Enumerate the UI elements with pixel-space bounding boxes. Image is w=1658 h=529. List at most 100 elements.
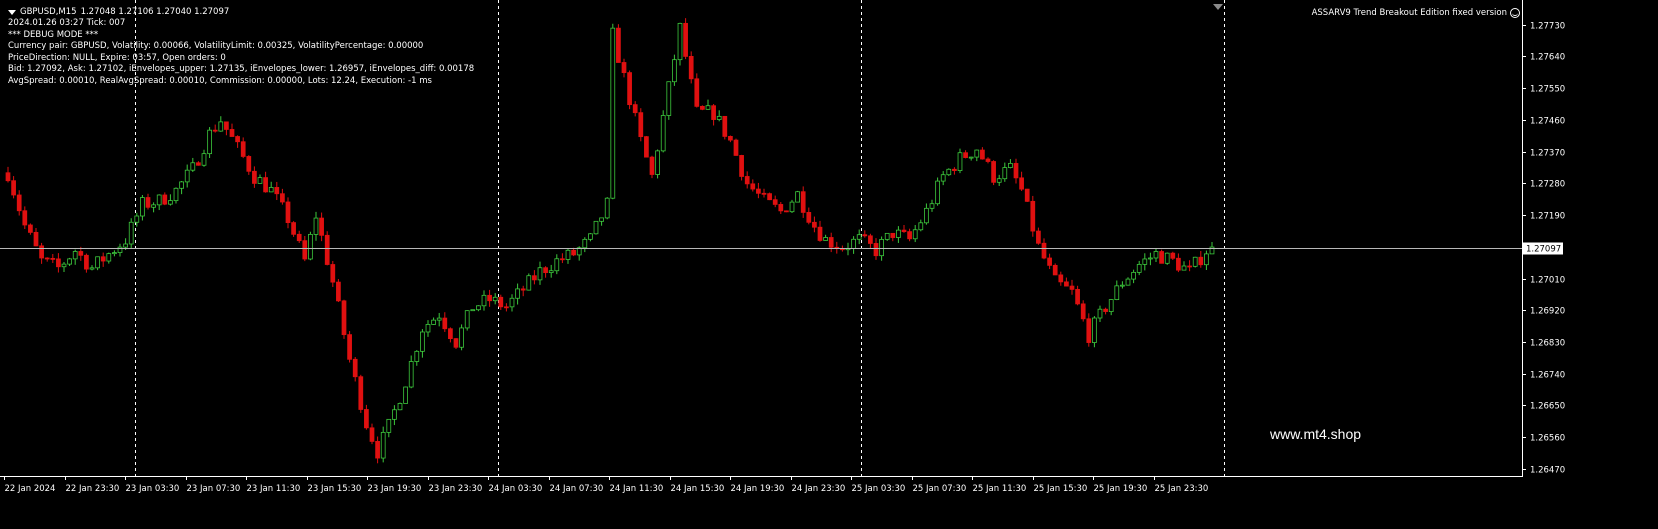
candle-body-bull [526,275,532,291]
candle-body-bull [156,194,162,206]
candle-body-bear [224,121,229,130]
candle-body-bear [22,210,28,226]
candle-body-bear [100,256,106,262]
price-tick-label: 1.26470 [1530,466,1565,476]
candle-body-bull [677,22,683,61]
candle-body-bull [397,403,403,411]
candle-body-bull [1153,251,1159,259]
candle-body-bull [1002,167,1008,180]
candle-body-bear [1187,265,1192,268]
candle-body-bull [940,174,946,182]
price-tick-label: 1.26830 [1530,339,1565,349]
candle-body-bear [817,226,823,241]
candle-body-bear [263,177,268,193]
candle-body-bear [985,158,991,162]
candle-body-bear [1019,177,1024,190]
candle-body-bull [957,152,963,171]
candle-body-bear [728,136,733,141]
time-tick-label: 23 Jan 03:30 [126,484,180,494]
price-tick-label: 1.27550 [1530,85,1565,95]
debug-line: Bid: 1.27092, Ask: 1.27102, iEnvelopes_u… [8,64,475,74]
candle-body-bull [912,229,918,240]
expert-advisor-label[interactable]: ASSARV9 Trend Breakout Edition fixed ver… [1312,8,1520,18]
candle-body-bull [851,238,856,249]
symbol-label: GBPUSD,M15 [20,7,77,17]
time-tick-label: 25 Jan 23:30 [1155,484,1209,494]
candle-body-bear [78,251,84,256]
symbol-header: GBPUSD,M15 1.27048 1.27106 1.27040 1.270… [8,6,474,18]
candle-body-bear [291,222,296,235]
candle-body-bull [95,256,100,269]
candle-body-bear [627,72,632,106]
candle-body-bull [996,178,1002,183]
price-tick-label: 1.26920 [1530,307,1565,317]
time-tick-label: 23 Jan 11:30 [247,484,301,494]
candle-body-bull [1097,308,1103,319]
candle-body-bear [828,237,834,248]
candle-body-bull [1136,263,1142,273]
candle-body-bull [380,431,386,459]
candle-body-bear [145,197,151,208]
candle-body-bear [907,231,912,240]
candle-body-bull [1181,265,1187,271]
candle-body-bull [431,319,436,325]
candle-body-bear [50,257,56,260]
candle-body-bear [733,139,739,156]
price-tick-label: 1.27730 [1530,22,1565,32]
candle-body-bull [476,305,481,311]
candle-body-bull [604,197,610,219]
candle-body-bear [28,224,33,233]
candle-body-bear [302,240,308,260]
candle-body-bear [560,258,565,261]
debug-line: 2024.01.26 03:27 Tick: 007 [8,18,126,28]
candle-body-bull [134,215,140,223]
candle-body-bear [84,254,89,270]
candle-body-bear [750,183,756,190]
candle-body-bull [89,267,95,270]
candle-body-bear [296,233,302,242]
candle-body-bear [761,192,767,195]
candle-body-bull [112,252,117,255]
candle-body-bear [364,409,369,429]
candle-body-bear [649,156,655,175]
candle-body-bear [235,136,240,143]
candle-body-bear [1176,257,1181,271]
watermark-text: www.mt4.shop [1270,426,1362,442]
candle-body-bear [890,232,896,238]
price-tick-label: 1.27280 [1530,180,1565,190]
candle-body-bull [1164,252,1170,264]
chart-window[interactable]: 1.27730 1.27640 1.27550 1.27460 1.27370 1.272… [0,0,1658,529]
candle-body-bull [123,243,128,248]
candle-body-bear [901,229,907,233]
candle-body-bear [1086,318,1092,343]
chart-shift-marker[interactable] [1213,4,1223,10]
candle-body-bull [1125,278,1131,286]
chart-info-panel: GBPUSD,M15 1.27048 1.27106 1.27040 1.270… [8,6,474,87]
ea-name: ASSARV9 Trend Breakout Edition fixed ver… [1311,8,1507,18]
candle-body-bull [308,234,313,260]
candle-body-bull [968,156,974,159]
candle-body-bull [795,191,800,203]
candle-body-bull [879,239,884,257]
dropdown-arrow-icon[interactable] [8,9,16,15]
candle-body-bull [856,234,862,240]
candle-body-bear [1080,303,1086,320]
candle-body-bull [918,222,924,231]
time-tick-label: 24 Jan 23:30 [792,484,846,494]
candle-body-bear [448,328,453,340]
candle-body-bear [1058,274,1064,283]
time-tick-label: 24 Jan 19:30 [731,484,785,494]
candle-body-bull [884,232,890,240]
candle-body-bull [313,217,319,235]
time-tick-label: 22 Jan 23:30 [66,484,120,494]
candle-body-bear [196,162,201,166]
time-tick-label: 23 Jan 19:30 [368,484,422,494]
candle-body-bull [1108,299,1114,312]
candle-body-bear [1064,281,1069,287]
candle-body-bear [694,78,700,107]
candle-body-bull [610,27,616,199]
candle-body-bull [666,81,672,116]
candle-body-bear [862,234,868,237]
candle-body-bear [347,334,352,360]
price-tick-label: 1.27370 [1530,149,1565,159]
